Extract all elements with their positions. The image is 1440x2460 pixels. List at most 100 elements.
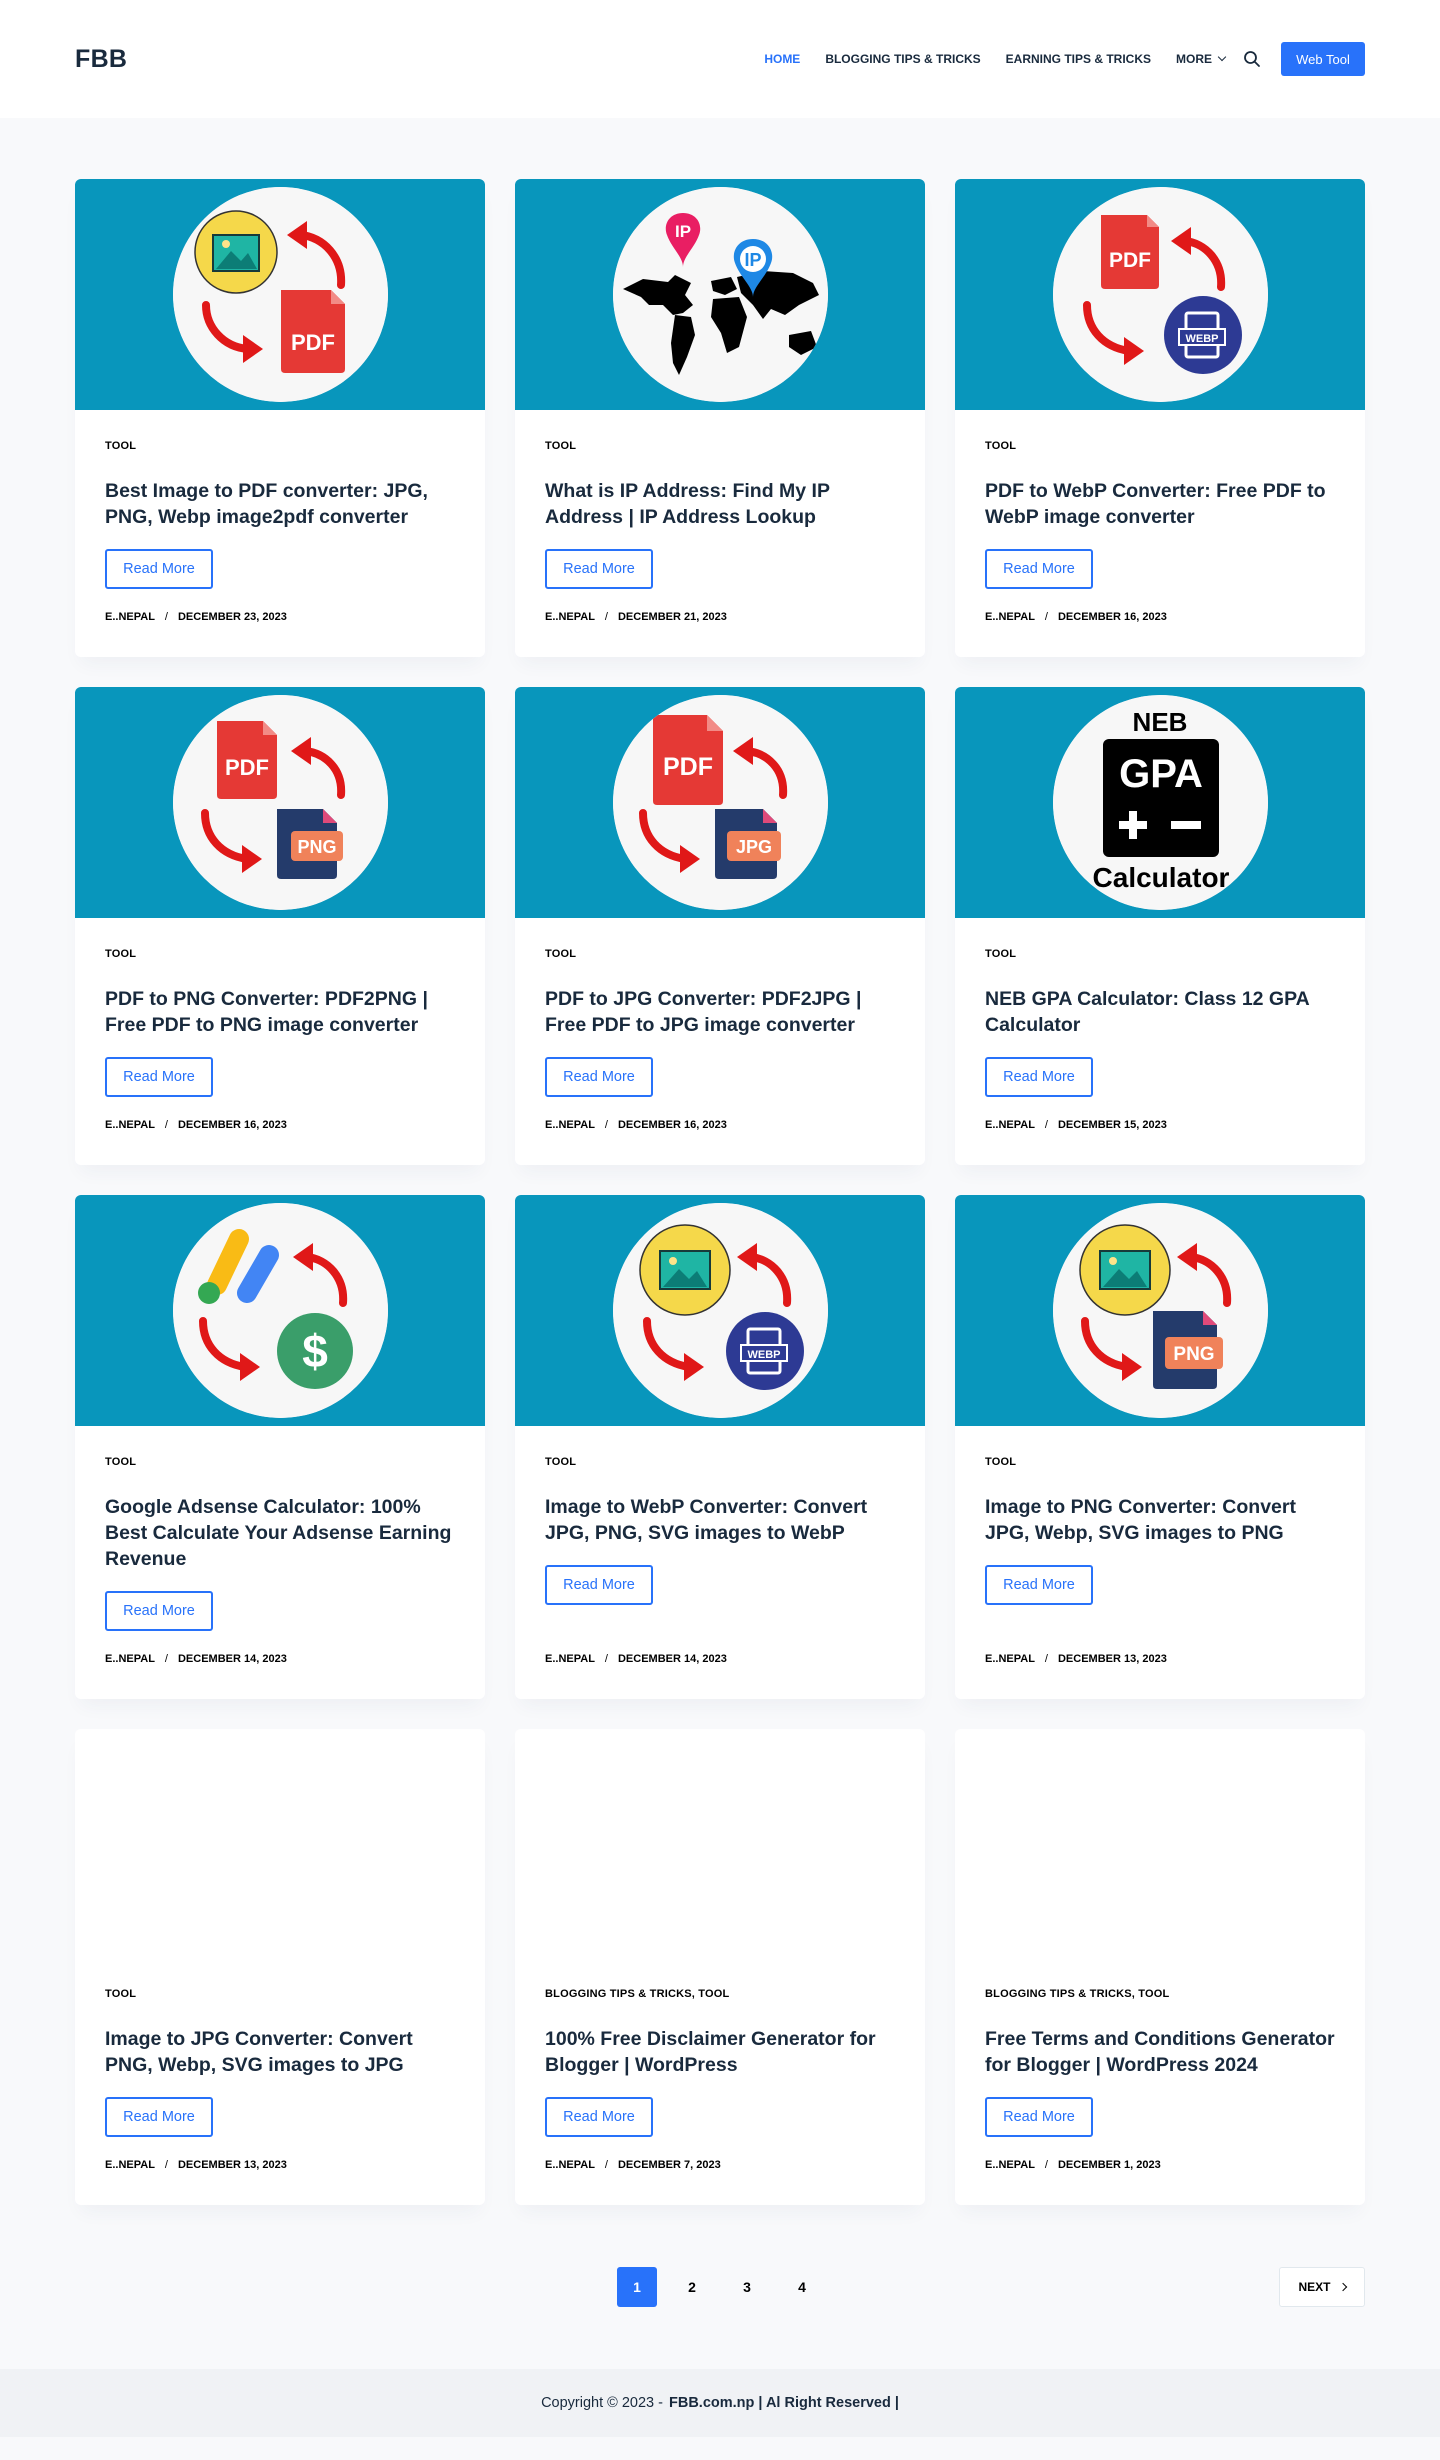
post-meta: E..NEPAL / DECEMBER 14, 2023 xyxy=(105,1653,455,1665)
post-category[interactable]: BLOGGING TIPS & TRICKS, TOOL xyxy=(545,1988,895,2000)
page-3[interactable]: 3 xyxy=(727,2267,767,2307)
next-page-button[interactable]: NEXT xyxy=(1279,2267,1365,2307)
post-category[interactable]: TOOL xyxy=(545,948,895,960)
nav-blogging-tips[interactable]: BLOGGING TIPS & TRICKS xyxy=(825,52,980,66)
nav-more[interactable]: MORE xyxy=(1176,52,1227,66)
post-category[interactable]: TOOL xyxy=(545,440,895,452)
meta-separator: / xyxy=(1044,1119,1048,1131)
post-author[interactable]: E..NEPAL xyxy=(105,1653,155,1665)
post-title[interactable]: Image to WebP Converter: Convert JPG, PN… xyxy=(545,1494,895,1546)
post-title[interactable]: PDF to PNG Converter: PDF2PNG | Free PDF… xyxy=(105,986,455,1038)
post-author[interactable]: E..NEPAL xyxy=(545,2159,595,2171)
read-more-button[interactable]: Read More xyxy=(545,1565,653,1605)
page-4[interactable]: 4 xyxy=(782,2267,822,2307)
post-category[interactable]: TOOL xyxy=(105,440,455,452)
meta-separator: / xyxy=(604,1119,608,1131)
pagination: 1 2 3 4 NEXT xyxy=(75,2267,1365,2307)
post-category[interactable]: TOOL xyxy=(985,1456,1335,1468)
next-label: NEXT xyxy=(1298,2280,1331,2294)
post-thumbnail[interactable]: NEB GPA Calculator xyxy=(955,687,1365,918)
meta-separator: / xyxy=(604,611,608,623)
post-author[interactable]: E..NEPAL xyxy=(545,611,595,623)
post-card: BLOGGING TIPS & TRICKS, TOOL 100% Free D… xyxy=(515,1729,925,2205)
post-author[interactable]: E..NEPAL xyxy=(985,611,1035,623)
post-category[interactable]: BLOGGING TIPS & TRICKS, TOOL xyxy=(985,1988,1335,2000)
site-logo[interactable]: FBB xyxy=(75,45,127,74)
post-title[interactable]: Free Terms and Conditions Generator for … xyxy=(985,2026,1335,2078)
post-author[interactable]: E..NEPAL xyxy=(985,2159,1035,2171)
post-meta: E..NEPAL / DECEMBER 14, 2023 xyxy=(545,1653,895,1665)
post-thumbnail[interactable]: $ xyxy=(75,1195,485,1426)
meta-separator: / xyxy=(604,1653,608,1665)
post-thumbnail[interactable] xyxy=(955,1729,1365,1960)
post-title[interactable]: Google Adsense Calculator: 100% Best Cal… xyxy=(105,1494,455,1572)
read-more-button[interactable]: Read More xyxy=(985,1057,1093,1097)
meta-separator: / xyxy=(164,1119,168,1131)
post-meta: E..NEPAL / DECEMBER 16, 2023 xyxy=(545,1119,895,1131)
read-more-button[interactable]: Read More xyxy=(985,549,1093,589)
post-title[interactable]: Image to JPG Converter: Convert PNG, Web… xyxy=(105,2026,455,2078)
post-thumbnail[interactable]: PNG xyxy=(955,1195,1365,1426)
read-more-button[interactable]: Read More xyxy=(545,549,653,589)
post-category[interactable]: TOOL xyxy=(105,1456,455,1468)
post-body: TOOL Image to WebP Converter: Convert JP… xyxy=(515,1426,925,1699)
post-author[interactable]: E..NEPAL xyxy=(985,1653,1035,1665)
chevron-right-icon xyxy=(1338,2282,1347,2292)
page-numbers: 1 2 3 4 xyxy=(617,2267,837,2307)
post-thumbnail[interactable] xyxy=(75,1729,485,1960)
web-tool-button[interactable]: Web Tool xyxy=(1281,42,1365,76)
post-category[interactable]: TOOL xyxy=(985,440,1335,452)
post-author[interactable]: E..NEPAL xyxy=(105,2159,155,2171)
post-author[interactable]: E..NEPAL xyxy=(545,1119,595,1131)
nav-home[interactable]: HOME xyxy=(764,52,800,66)
page-2[interactable]: 2 xyxy=(672,2267,712,2307)
gpa-calculator-icon: NEB GPA Calculator xyxy=(1052,695,1268,910)
read-more-button[interactable]: Read More xyxy=(985,1565,1093,1605)
read-more-button[interactable]: Read More xyxy=(105,1057,213,1097)
post-thumbnail[interactable]: PDF xyxy=(75,179,485,410)
post-author[interactable]: E..NEPAL xyxy=(545,1653,595,1665)
search-icon[interactable] xyxy=(1243,50,1261,68)
post-title[interactable]: PDF to JPG Converter: PDF2JPG | Free PDF… xyxy=(545,986,895,1038)
thumb-label: JPG xyxy=(735,837,771,857)
post-thumbnail[interactable]: PDF WEBP xyxy=(955,179,1365,410)
post-date: DECEMBER 21, 2023 xyxy=(617,611,727,623)
read-more-button[interactable]: Read More xyxy=(985,2097,1093,2137)
post-thumbnail[interactable]: WEBP xyxy=(515,1195,925,1426)
read-more-button[interactable]: Read More xyxy=(105,1591,213,1631)
post-author[interactable]: E..NEPAL xyxy=(105,611,155,623)
post-category[interactable]: TOOL xyxy=(985,948,1335,960)
post-category[interactable]: TOOL xyxy=(105,1988,455,2000)
post-date: DECEMBER 16, 2023 xyxy=(177,1119,287,1131)
post-category[interactable]: TOOL xyxy=(105,948,455,960)
post-title[interactable]: PDF to WebP Converter: Free PDF to WebP … xyxy=(985,478,1335,530)
post-title[interactable]: Image to PNG Converter: Convert JPG, Web… xyxy=(985,1494,1335,1546)
nav-earning-tips[interactable]: EARNING TIPS & TRICKS xyxy=(1006,52,1151,66)
thumb-label: IP xyxy=(744,250,761,270)
thumb-label: PDF xyxy=(291,330,335,355)
read-more-button[interactable]: Read More xyxy=(105,549,213,589)
post-thumbnail[interactable] xyxy=(515,1729,925,1960)
read-more-button[interactable]: Read More xyxy=(105,2097,213,2137)
page-1[interactable]: 1 xyxy=(617,2267,657,2307)
footer-site-link[interactable]: FBB.com.np | Al Right Reserved | xyxy=(669,2395,899,2411)
post-thumbnail[interactable]: PDF JPG xyxy=(515,687,925,918)
post-title[interactable]: NEB GPA Calculator: Class 12 GPA Calcula… xyxy=(985,986,1335,1038)
post-thumbnail[interactable]: PDF PNG xyxy=(75,687,485,918)
post-title[interactable]: 100% Free Disclaimer Generator for Blogg… xyxy=(545,2026,895,2078)
post-title[interactable]: What is IP Address: Find My IP Address |… xyxy=(545,478,895,530)
read-more-button[interactable]: Read More xyxy=(545,2097,653,2137)
image-to-webp-icon: WEBP xyxy=(612,1203,828,1418)
read-more-button[interactable]: Read More xyxy=(545,1057,653,1097)
post-category[interactable]: TOOL xyxy=(545,1456,895,1468)
thumb-label: PDF xyxy=(225,755,269,780)
post-body: TOOL Image to JPG Converter: Convert PNG… xyxy=(75,1960,485,2205)
dollar-icon: $ xyxy=(302,1325,328,1377)
copyright-text: Copyright © 2023 - xyxy=(541,2395,663,2411)
thumb-label: NEB xyxy=(1132,707,1187,737)
post-author[interactable]: E..NEPAL xyxy=(105,1119,155,1131)
post-author[interactable]: E..NEPAL xyxy=(985,1119,1035,1131)
post-thumbnail[interactable]: IP IP xyxy=(515,179,925,410)
post-date: DECEMBER 16, 2023 xyxy=(1057,611,1167,623)
post-title[interactable]: Best Image to PDF converter: JPG, PNG, W… xyxy=(105,478,455,530)
